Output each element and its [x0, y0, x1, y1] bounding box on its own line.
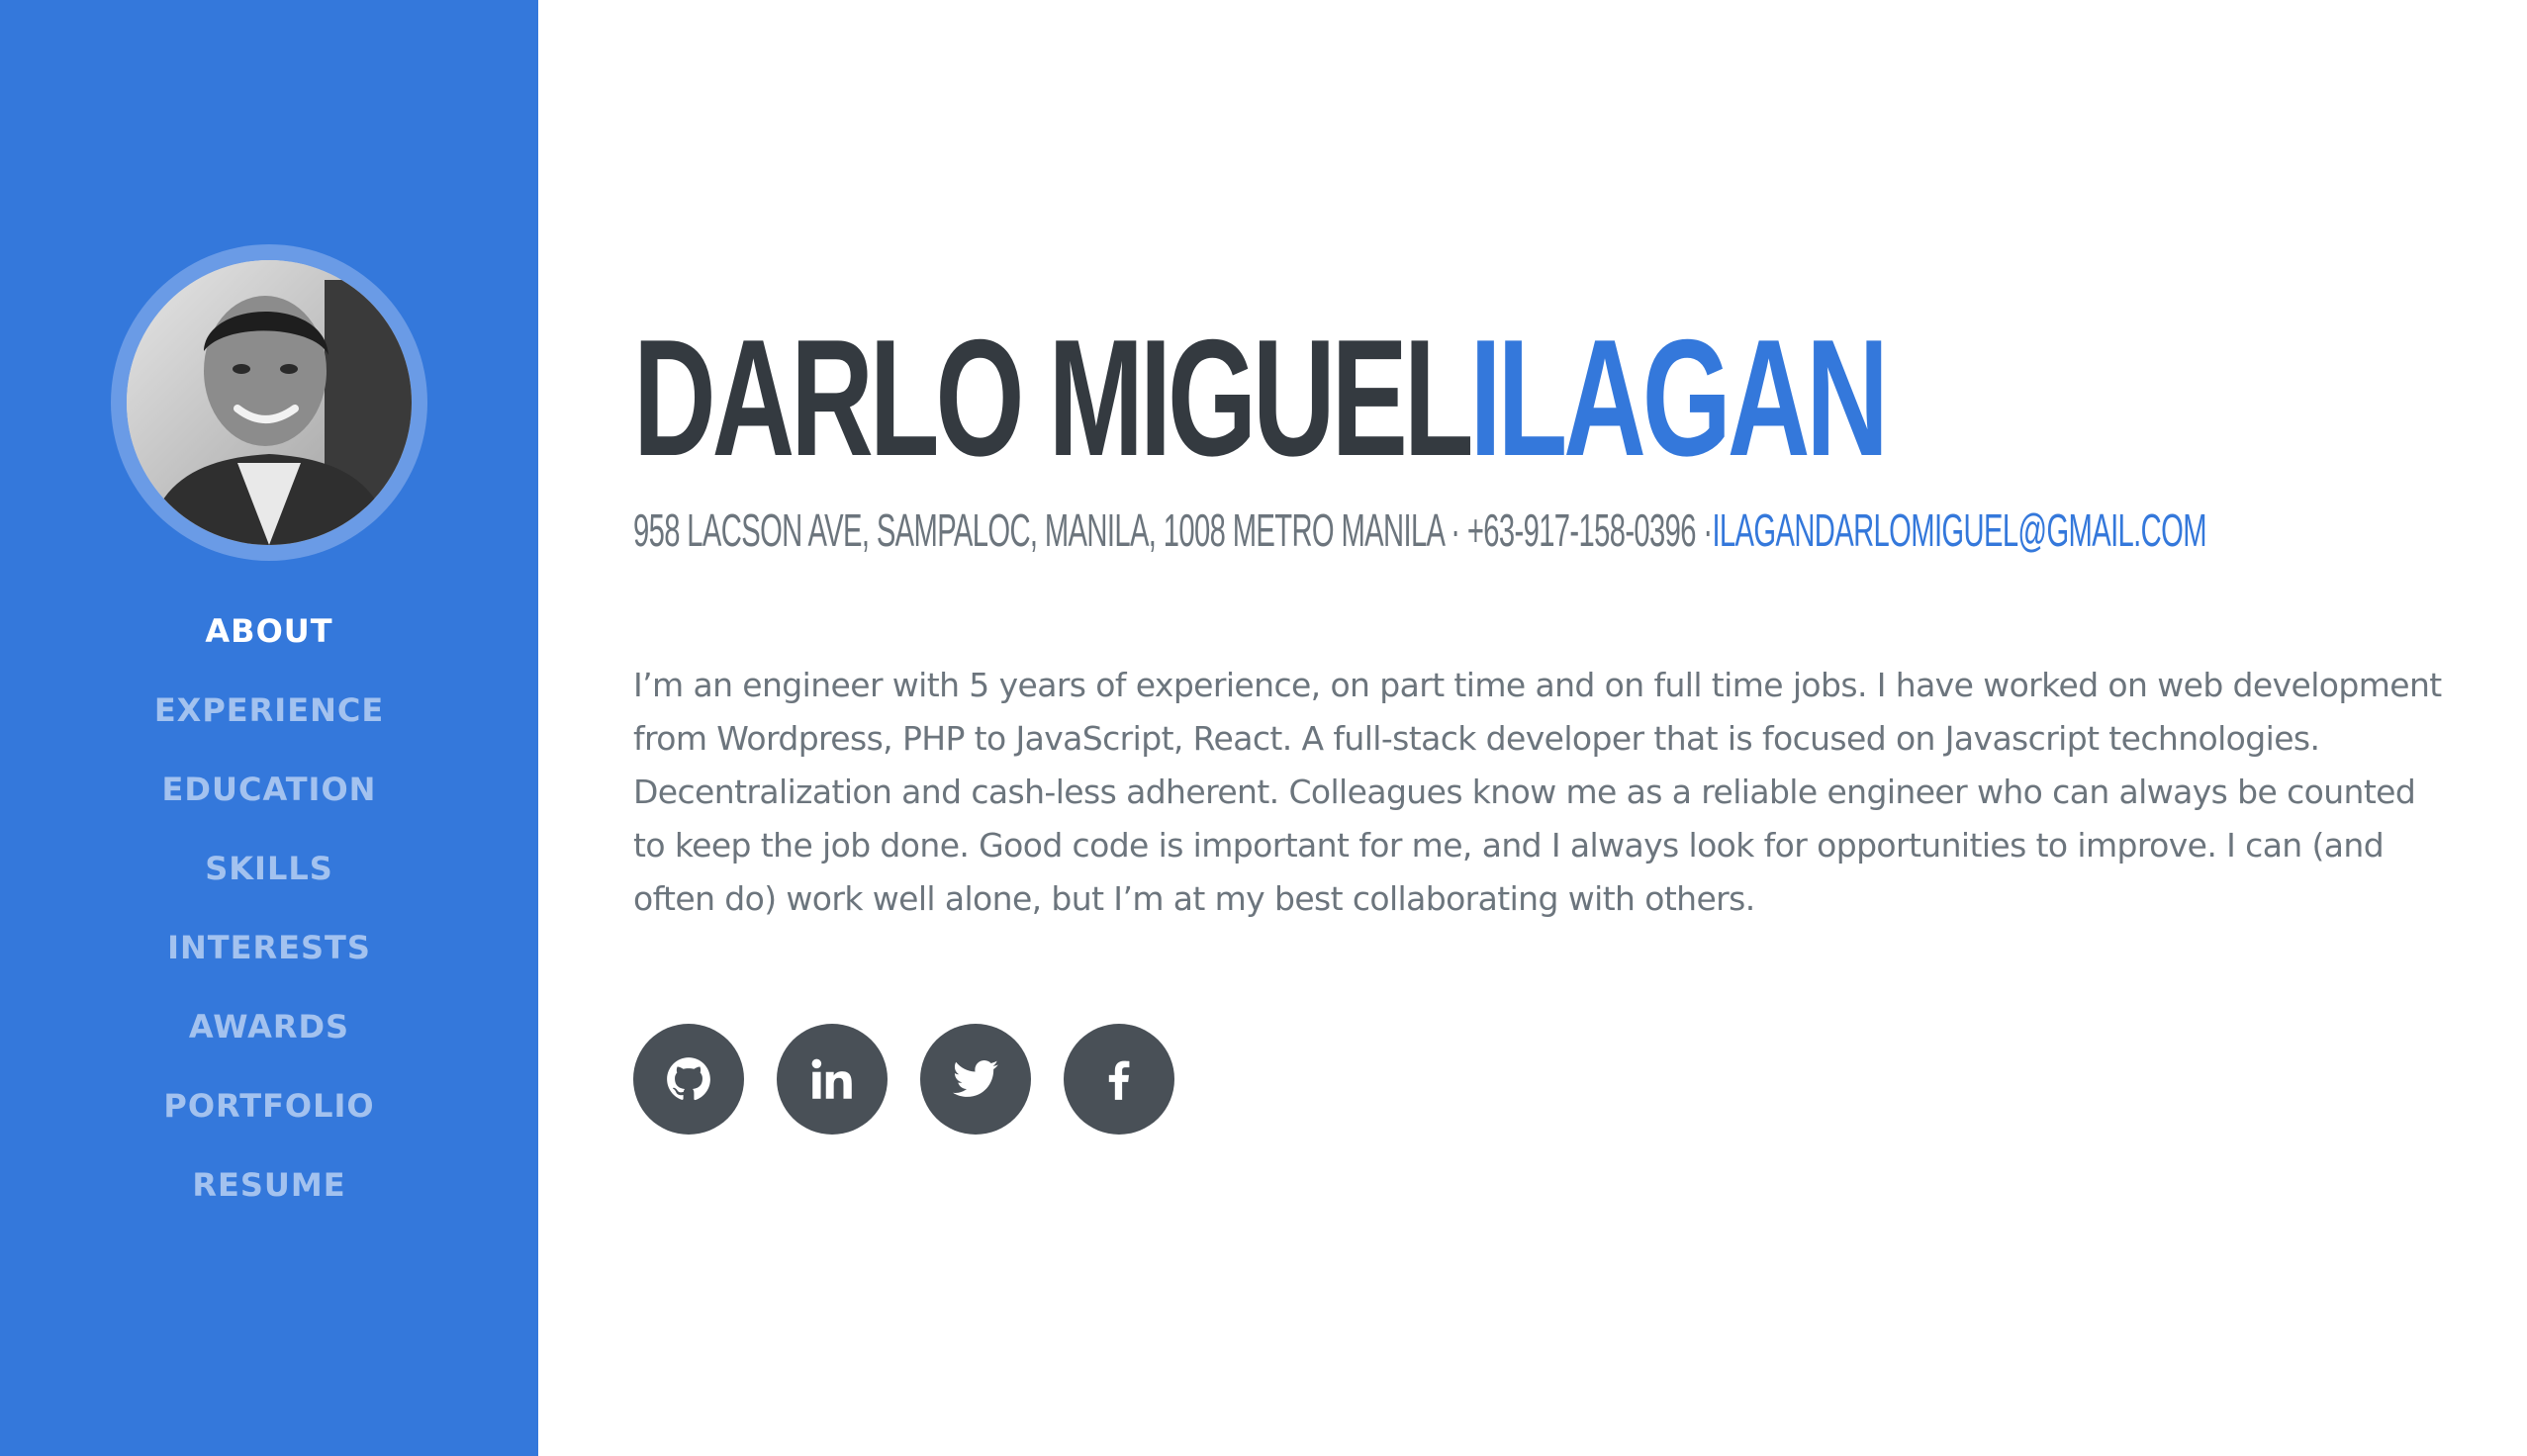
facebook-button[interactable] — [1064, 1024, 1174, 1135]
nav-item-skills[interactable]: SKILLS — [0, 841, 538, 920]
profile-avatar — [127, 260, 412, 545]
twitter-button[interactable] — [920, 1024, 1031, 1135]
linkedin-button[interactable] — [777, 1024, 888, 1135]
github-icon — [667, 1057, 710, 1101]
facebook-icon — [1108, 1060, 1130, 1100]
nav-item-awards[interactable]: AWARDS — [0, 999, 538, 1078]
github-button[interactable] — [633, 1024, 744, 1135]
nav-item-interests[interactable]: INTERESTS — [0, 920, 538, 999]
bio-text: I’m an engineer with 5 years of experien… — [633, 666, 2442, 918]
nav-item-experience[interactable]: EXPERIENCE — [0, 682, 538, 762]
page-title: DARLO MIGUELILAGAN — [633, 309, 1889, 487]
nav-item-about[interactable]: ABOUT — [0, 603, 538, 682]
nav-item-education[interactable]: EDUCATION — [0, 762, 538, 841]
linkedin-icon — [811, 1058, 852, 1099]
sidebar: ABOUT EXPERIENCE EDUCATION SKILLS INTERE… — [0, 0, 538, 1456]
contact-line: 958 LACSON AVE, SAMPALOC, MANILA, 1008 M… — [633, 502, 2207, 558]
sidebar-nav: ABOUT EXPERIENCE EDUCATION SKILLS INTERE… — [0, 603, 538, 1236]
profile-avatar-ring — [111, 244, 427, 561]
email-link[interactable]: ILAGANDARLOMIGUEL@GMAIL.COM — [1712, 504, 2206, 556]
nav-item-resume[interactable]: RESUME — [0, 1157, 538, 1236]
nav-item-portfolio[interactable]: PORTFOLIO — [0, 1078, 538, 1157]
first-name: DARLO MIGUEL — [633, 305, 1474, 491]
twitter-icon — [953, 1060, 998, 1097]
social-icons — [633, 1024, 1174, 1135]
last-name: ILAGAN — [1469, 305, 1889, 491]
address-phone: 958 LACSON AVE, SAMPALOC, MANILA, 1008 M… — [633, 504, 1713, 556]
avatar-photo — [127, 260, 412, 545]
